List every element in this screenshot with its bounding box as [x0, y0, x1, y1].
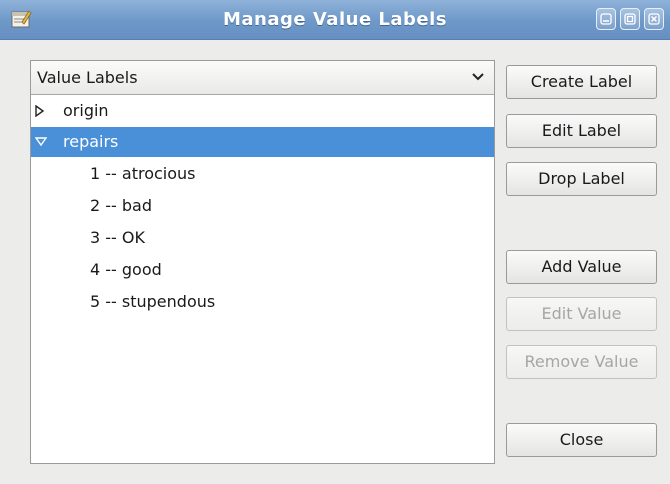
- maximize-button[interactable]: [620, 8, 640, 30]
- tree-item-origin[interactable]: origin: [31, 96, 494, 126]
- remove-value-button[interactable]: Remove Value: [506, 345, 657, 379]
- value-label-text: 1 -- atrocious: [90, 164, 196, 183]
- minimize-button[interactable]: [596, 8, 616, 30]
- manage-value-labels-dialog: Manage Value Labels Value Labels origin …: [0, 0, 670, 484]
- window-title: Manage Value Labels: [222, 9, 448, 30]
- tree-child-item[interactable]: 3 -- OK: [31, 223, 494, 253]
- tree-item-repairs[interactable]: repairs: [31, 127, 494, 157]
- expand-arrow-icon[interactable]: [35, 105, 45, 117]
- title-bar[interactable]: Manage Value Labels: [0, 0, 670, 40]
- close-window-button[interactable]: [644, 8, 664, 30]
- dropdown-selected-value: Value Labels: [37, 68, 138, 87]
- edit-value-button[interactable]: Edit Value: [506, 297, 657, 331]
- close-button[interactable]: Close: [506, 423, 657, 457]
- minimize-icon: [600, 13, 612, 25]
- tree-child-item[interactable]: 4 -- good: [31, 255, 494, 285]
- tree-child-item[interactable]: 2 -- bad: [31, 191, 494, 221]
- value-labels-dropdown[interactable]: Value Labels: [31, 61, 494, 95]
- maximize-icon: [624, 13, 636, 25]
- drop-label-button[interactable]: Drop Label: [506, 162, 657, 196]
- tree-item-label: origin: [63, 101, 109, 120]
- create-label-button[interactable]: Create Label: [506, 65, 657, 99]
- tree-item-label: repairs: [63, 132, 119, 151]
- tree-child-item[interactable]: 1 -- atrocious: [31, 159, 494, 189]
- add-value-button[interactable]: Add Value: [506, 250, 657, 284]
- value-label-text: 3 -- OK: [90, 228, 145, 247]
- value-label-text: 5 -- stupendous: [90, 292, 216, 311]
- tree-child-item[interactable]: 5 -- stupendous: [31, 287, 494, 317]
- value-label-text: 4 -- good: [90, 260, 162, 279]
- value-label-text: 2 -- bad: [90, 196, 153, 215]
- edit-label-button[interactable]: Edit Label: [506, 114, 657, 148]
- collapse-arrow-icon[interactable]: [35, 137, 47, 147]
- chevron-down-icon: [472, 73, 484, 81]
- value-labels-tree-panel: Value Labels origin repairs 1 -- atrocio…: [30, 60, 495, 464]
- close-icon: [648, 13, 660, 25]
